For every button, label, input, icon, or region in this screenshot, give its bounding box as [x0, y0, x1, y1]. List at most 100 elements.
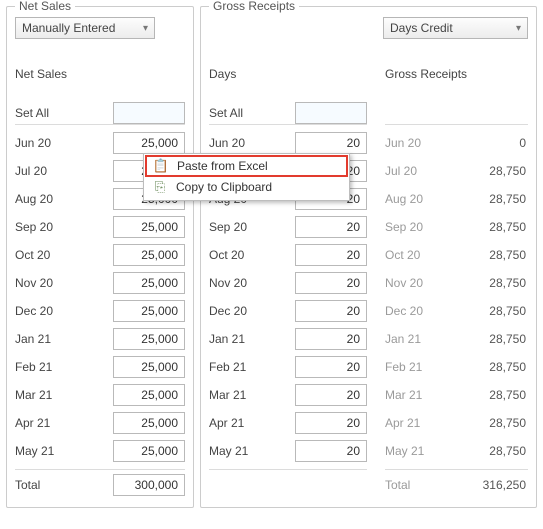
table-row: Oct 20: [15, 241, 185, 269]
net-sales-total-row: Total: [15, 469, 185, 499]
row-label: Mar 21: [15, 388, 113, 402]
net-sales-input[interactable]: [113, 216, 185, 238]
days-set-all-row: Set All: [209, 101, 367, 125]
net-sales-set-all-input[interactable]: [113, 102, 185, 124]
table-row: Jan 21: [15, 325, 185, 353]
row-label: Dec 20: [15, 304, 113, 318]
table-row: Mar 2128,750: [385, 381, 528, 409]
net-sales-input[interactable]: [113, 272, 185, 294]
days-input[interactable]: [295, 412, 367, 434]
table-row: Apr 21: [209, 409, 367, 437]
days-input[interactable]: [295, 272, 367, 294]
row-label: Feb 21: [385, 360, 456, 374]
row-value: 28,750: [456, 248, 528, 262]
net-sales-input[interactable]: [113, 244, 185, 266]
days-input[interactable]: [295, 440, 367, 462]
table-row: Nov 20: [15, 269, 185, 297]
table-row: Jun 200: [385, 129, 528, 157]
table-row: Dec 20: [209, 297, 367, 325]
days-input[interactable]: [295, 384, 367, 406]
net-sales-input[interactable]: [113, 412, 185, 434]
table-row: Sep 20: [15, 213, 185, 241]
net-sales-input[interactable]: [113, 356, 185, 378]
row-label: Jun 20: [385, 136, 456, 150]
days-input[interactable]: [295, 328, 367, 350]
table-row: Sep 2028,750: [385, 213, 528, 241]
gross-receipts-mode-dropdown[interactable]: Days Credit ▾: [383, 17, 528, 39]
row-value: 28,750: [456, 444, 528, 458]
row-label: Dec 20: [209, 304, 295, 318]
row-label: Jan 21: [385, 332, 456, 346]
row-label: Apr 21: [15, 416, 113, 430]
receipts-section-label: Gross Receipts: [385, 67, 528, 81]
row-value: 28,750: [456, 360, 528, 374]
net-sales-input[interactable]: [113, 328, 185, 350]
context-menu-copy[interactable]: ⎘ Copy to Clipboard: [146, 176, 347, 198]
table-row: Feb 2128,750: [385, 353, 528, 381]
row-label: Jun 20: [209, 136, 295, 150]
row-label: Nov 20: [385, 276, 456, 290]
row-label: Aug 20: [385, 192, 456, 206]
row-value: 0: [456, 136, 528, 150]
total-label: Total: [15, 478, 113, 492]
row-label: Feb 21: [15, 360, 113, 374]
row-value: 28,750: [456, 192, 528, 206]
table-row: Dec 2028,750: [385, 297, 528, 325]
row-label: May 21: [209, 444, 295, 458]
row-label: Dec 20: [385, 304, 456, 318]
row-label: Nov 20: [15, 276, 113, 290]
table-row: Oct 20: [209, 241, 367, 269]
net-sales-input[interactable]: [113, 440, 185, 462]
row-label: Oct 20: [209, 248, 295, 262]
days-set-all-input[interactable]: [295, 102, 367, 124]
net-sales-input[interactable]: [113, 384, 185, 406]
days-section-label: Days: [209, 67, 367, 81]
set-all-label: Set All: [209, 106, 295, 120]
row-label: Feb 21: [209, 360, 295, 374]
row-value: 28,750: [456, 332, 528, 346]
net-sales-input[interactable]: [113, 132, 185, 154]
row-label: Sep 20: [15, 220, 113, 234]
chevron-down-icon: ▾: [516, 23, 521, 34]
days-input[interactable]: [295, 356, 367, 378]
row-value: 28,750: [456, 276, 528, 290]
table-row: Nov 2028,750: [385, 269, 528, 297]
row-value: 28,750: [456, 416, 528, 430]
row-label: Apr 21: [209, 416, 295, 430]
days-total-spacer: [209, 469, 367, 499]
row-label: Nov 20: [209, 276, 295, 290]
days-column: Days Set All Jun 20Jul 20Aug 20Sep 20Oct…: [209, 67, 367, 499]
row-value: 28,750: [456, 164, 528, 178]
gross-receipts-group: Gross Receipts Days Credit ▾ Days Set Al…: [200, 6, 537, 508]
receipts-total-value: 316,250: [456, 478, 528, 492]
context-menu: 📋 Paste from Excel ⎘ Copy to Clipboard: [143, 153, 350, 201]
table-row: May 21: [15, 437, 185, 465]
table-row: Apr 21: [15, 409, 185, 437]
receipts-header-spacer: [385, 101, 528, 125]
net-sales-mode-dropdown[interactable]: Manually Entered ▾: [15, 17, 155, 39]
net-sales-section-label: Net Sales: [15, 67, 185, 81]
dropdown-selected: Days Credit: [390, 21, 453, 35]
days-input[interactable]: [295, 300, 367, 322]
table-row: Feb 21: [209, 353, 367, 381]
days-input[interactable]: [295, 244, 367, 266]
net-sales-group: Net Sales Manually Entered ▾ Net Sales S…: [6, 6, 194, 508]
receipts-column: Gross Receipts Jun 200Jul 2028,750Aug 20…: [385, 67, 528, 499]
row-label: May 21: [385, 444, 456, 458]
row-value: 28,750: [456, 304, 528, 318]
row-label: Mar 21: [385, 388, 456, 402]
days-input[interactable]: [295, 216, 367, 238]
row-label: Aug 20: [15, 192, 113, 206]
days-input[interactable]: [295, 132, 367, 154]
table-row: Jul 2028,750: [385, 157, 528, 185]
table-row: Oct 2028,750: [385, 241, 528, 269]
table-row: Apr 2128,750: [385, 409, 528, 437]
table-row: Nov 20: [209, 269, 367, 297]
context-menu-paste[interactable]: 📋 Paste from Excel: [145, 155, 348, 177]
set-all-label: Set All: [15, 106, 113, 120]
context-menu-item-label: Copy to Clipboard: [176, 180, 272, 194]
table-row: Jan 21: [209, 325, 367, 353]
chevron-down-icon: ▾: [143, 23, 148, 34]
net-sales-input[interactable]: [113, 300, 185, 322]
row-value: 28,750: [456, 388, 528, 402]
